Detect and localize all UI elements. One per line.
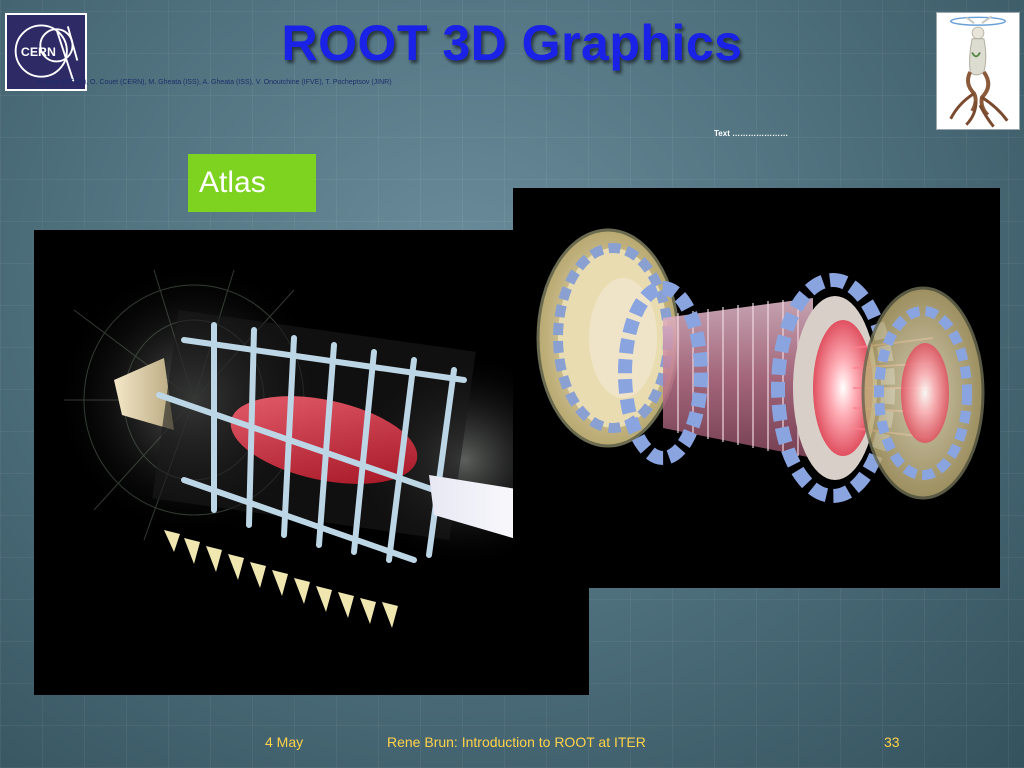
footer-date: 4 May [265,734,304,750]
text-placeholder-note: Text ………………… [714,129,789,138]
root-tree-figure-icon [936,12,1020,130]
atlas-detector-render [513,188,1000,588]
slide-title: ROOT 3D Graphics [281,15,743,71]
slide-authors: R. Brun (CERN), O. Couet (CERN), M. Ghea… [36,79,392,86]
atlas-label: Atlas [199,166,266,199]
atlas-barrel-render [34,230,589,695]
footer-title: Rene Brun: Introduction to ROOT at ITER [387,734,646,750]
atlas-label-box: Atlas [188,154,316,212]
footer-page-number: 33 [884,734,900,750]
